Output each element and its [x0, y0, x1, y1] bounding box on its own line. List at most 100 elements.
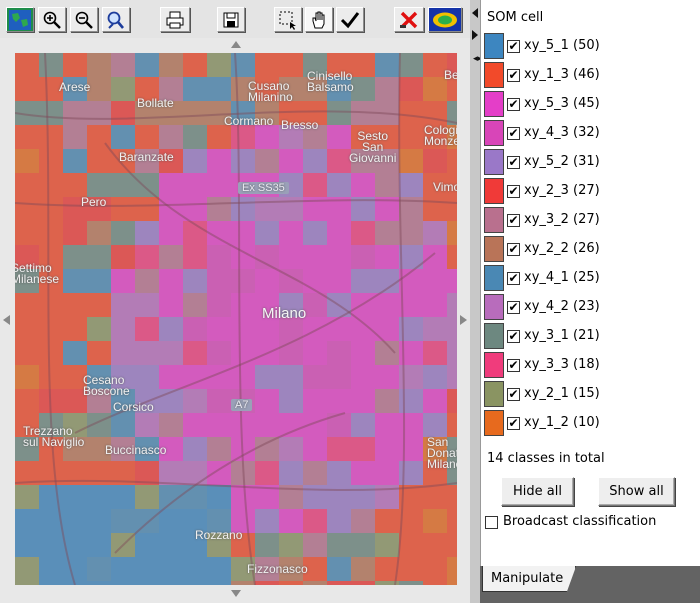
map-toolbar	[0, 0, 470, 38]
pan-down-arrow-icon[interactable]	[231, 590, 241, 597]
legend-item[interactable]: ✔ xy_1_3 (46)	[481, 60, 700, 89]
som-cell	[63, 245, 87, 269]
apply-button[interactable]	[336, 7, 364, 32]
legend-item-label: xy_1_3 (46)	[524, 67, 600, 82]
som-cell	[159, 557, 183, 581]
som-cell	[375, 389, 399, 413]
legend-checkbox[interactable]: ✔	[507, 330, 520, 343]
rectangle-select-button[interactable]	[274, 7, 302, 32]
som-cell	[327, 341, 351, 365]
save-button[interactable]	[217, 7, 245, 32]
legend-checkbox[interactable]: ✔	[507, 243, 520, 256]
som-cell	[423, 221, 447, 245]
som-cell	[63, 557, 87, 581]
legend-item[interactable]: ✔ xy_3_2 (27)	[481, 205, 700, 234]
som-cell	[111, 197, 135, 221]
som-cell	[399, 173, 423, 197]
legend-checkbox[interactable]: ✔	[507, 98, 520, 111]
som-cell	[447, 389, 457, 413]
collapse-left-arrow-icon[interactable]	[472, 8, 478, 18]
legend-checkbox[interactable]: ✔	[507, 156, 520, 169]
som-cell	[207, 245, 231, 269]
legend-item[interactable]: ✔ xy_5_3 (45)	[481, 89, 700, 118]
legend-item[interactable]: ✔ xy_1_2 (10)	[481, 408, 700, 437]
panel-splitter[interactable]: ◂▸	[470, 0, 482, 603]
map-frame: Arese Bollate Cusano Milanino Cinisello …	[0, 38, 470, 603]
collapse-right-arrow-icon[interactable]	[472, 30, 478, 40]
legend-item[interactable]: ✔ xy_3_3 (18)	[481, 350, 700, 379]
som-cell	[183, 581, 207, 585]
legend-item-label: xy_3_3 (18)	[524, 357, 600, 372]
som-cell	[447, 365, 457, 389]
som-cell	[111, 341, 135, 365]
som-cell	[375, 533, 399, 557]
legend-checkbox[interactable]: ✔	[507, 214, 520, 227]
som-cell	[327, 533, 351, 557]
print-button[interactable]	[160, 7, 190, 32]
som-cell	[255, 437, 279, 461]
legend-color-swatch	[484, 91, 504, 117]
legend-item[interactable]: ✔ xy_4_3 (32)	[481, 118, 700, 147]
pan-hand-icon	[312, 11, 325, 28]
tab-manipulate[interactable]: Manipulate	[482, 566, 577, 592]
pan-left-arrow-icon[interactable]	[3, 315, 10, 325]
som-cell	[351, 77, 375, 101]
legend-item[interactable]: ✔ xy_5_2 (31)	[481, 147, 700, 176]
legend-item[interactable]: ✔ xy_2_1 (15)	[481, 379, 700, 408]
zoom-out-button[interactable]	[70, 7, 98, 32]
som-cell	[111, 101, 135, 125]
som-cell	[87, 101, 111, 125]
som-cell	[399, 557, 423, 581]
pan-up-arrow-icon[interactable]	[231, 41, 241, 48]
pan-right-arrow-icon[interactable]	[460, 315, 467, 325]
legend-checkbox[interactable]: ✔	[507, 69, 520, 82]
legend-checkbox[interactable]: ✔	[507, 301, 520, 314]
remove-button[interactable]	[394, 7, 424, 32]
legend-item[interactable]: ✔ xy_2_2 (26)	[481, 234, 700, 263]
som-cell	[135, 365, 159, 389]
hide-all-button[interactable]: Hide all	[501, 477, 574, 506]
place-label-bernate: Bernate	[444, 68, 457, 82]
som-cell	[255, 581, 279, 585]
som-cell	[327, 557, 351, 581]
som-cell	[183, 461, 207, 485]
legend-item[interactable]: ✔ xy_4_2 (23)	[481, 292, 700, 321]
place-label-san-donato: San Donato Milanes	[427, 435, 457, 471]
som-cell	[15, 149, 39, 173]
som-cell	[423, 149, 447, 173]
broadcast-checkbox[interactable]	[485, 516, 498, 529]
legend-item[interactable]: ✔ xy_4_1 (25)	[481, 263, 700, 292]
legend-item[interactable]: ✔ xy_3_1 (21)	[481, 321, 700, 350]
som-cell	[87, 293, 111, 317]
legend-checkbox[interactable]: ✔	[507, 40, 520, 53]
som-cell	[15, 197, 39, 221]
som-cell	[15, 293, 39, 317]
show-all-button[interactable]: Show all	[598, 477, 675, 506]
place-label-buccinasco: Buccinasco	[105, 443, 167, 457]
zoom-in-button[interactable]	[38, 7, 66, 32]
legend-checkbox[interactable]: ✔	[507, 388, 520, 401]
legend-color-swatch	[484, 207, 504, 233]
som-cell	[15, 485, 39, 509]
map-layer-button[interactable]	[428, 7, 462, 32]
legend-checkbox[interactable]: ✔	[507, 272, 520, 285]
som-cell	[207, 341, 231, 365]
map-canvas[interactable]: Arese Bollate Cusano Milanino Cinisello …	[15, 53, 457, 585]
legend-checkbox[interactable]: ✔	[507, 127, 520, 140]
legend-checkbox[interactable]: ✔	[507, 417, 520, 430]
som-cell	[327, 437, 351, 461]
legend-color-swatch	[484, 178, 504, 204]
legend-checkbox[interactable]: ✔	[507, 359, 520, 372]
pan-button[interactable]	[305, 7, 333, 32]
som-cell	[303, 365, 327, 389]
som-cell	[87, 269, 111, 293]
som-cell	[327, 485, 351, 509]
legend-checkbox[interactable]: ✔	[507, 185, 520, 198]
full-extent-button[interactable]	[6, 7, 34, 32]
som-cell	[159, 341, 183, 365]
legend-color-swatch	[484, 323, 504, 349]
legend-item[interactable]: ✔ xy_5_1 (50)	[481, 31, 700, 60]
find-button[interactable]	[102, 7, 130, 32]
legend-item[interactable]: ✔ xy_2_3 (27)	[481, 176, 700, 205]
som-cell	[375, 365, 399, 389]
